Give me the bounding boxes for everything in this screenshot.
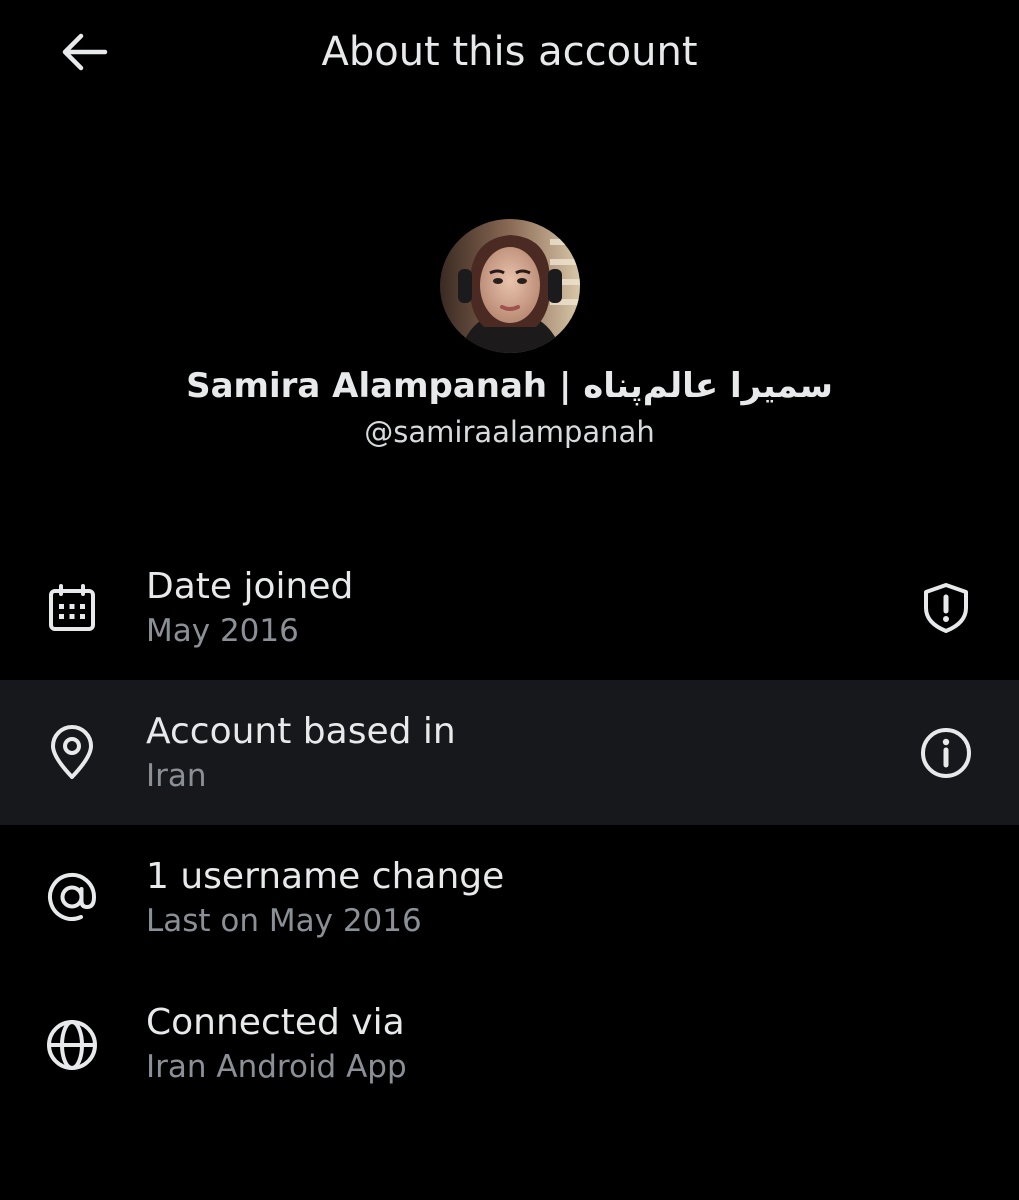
connected-via-value: Iran Android App	[146, 1049, 407, 1085]
account-based-in-value: Iran	[146, 758, 207, 794]
info-row-date-joined: Date joined May 2016	[0, 536, 1019, 681]
info-row-connected-via: Connected via Iran Android App	[0, 970, 1019, 1115]
calendar-icon	[40, 576, 104, 640]
connected-via-label: Connected via	[146, 1002, 405, 1043]
info-row-username-change: 1 username change Last on May 2016	[0, 825, 1019, 970]
date-joined-value: May 2016	[146, 613, 299, 649]
profile-photo	[440, 219, 580, 353]
info-icon	[921, 728, 971, 778]
display-name: Samira Alampanah | سمیرا عالم‌پناه	[186, 366, 833, 406]
username-change-value: Last on May 2016	[146, 903, 422, 939]
page-title: About this account	[321, 29, 698, 75]
username-change-label: 1 username change	[146, 856, 505, 897]
top-bar: About this account	[0, 0, 1019, 110]
globe-icon	[40, 1013, 104, 1077]
date-joined-label: Date joined	[146, 566, 354, 607]
location-pin-icon	[40, 721, 104, 785]
shield-alert-icon	[924, 583, 968, 633]
shield-alert-button[interactable]	[914, 576, 978, 640]
info-button[interactable]	[914, 721, 978, 785]
at-sign-icon	[40, 865, 104, 929]
account-based-in-label: Account based in	[146, 711, 456, 752]
username-handle: @samiraalampanah	[364, 415, 655, 449]
avatar[interactable]	[440, 219, 580, 353]
info-row-account-based-in[interactable]: Account based in Iran	[0, 680, 1019, 825]
